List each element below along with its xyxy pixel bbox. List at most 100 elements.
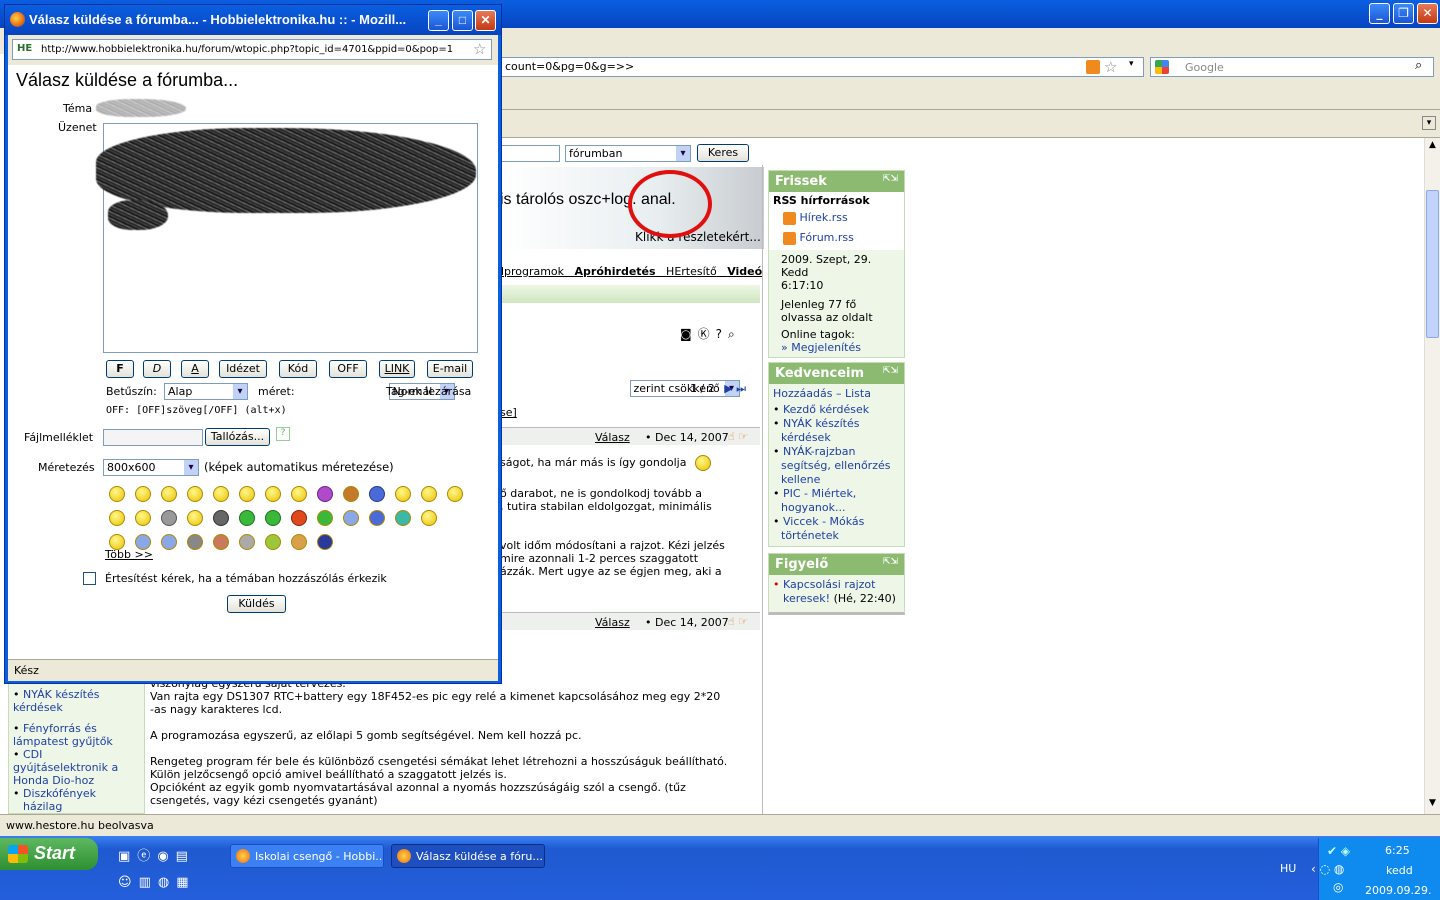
off-button[interactable]: OFF <box>329 360 367 378</box>
tray-network-icon[interactable]: ◎ <box>1333 880 1343 894</box>
tray-expand-icon[interactable]: ‹ ◌ ◍ <box>1311 862 1344 876</box>
link-button[interactable]: LINK <box>379 360 415 378</box>
last-page-icon[interactable]: ⏭ <box>736 382 746 395</box>
tray-icons[interactable]: ✔ ◈ <box>1327 844 1350 858</box>
smiley-icon[interactable] <box>317 510 333 526</box>
search-box[interactable]: Google ⌕ <box>1150 57 1434 77</box>
smiley-icon[interactable] <box>265 486 281 502</box>
forum-search-input[interactable] <box>500 145 560 162</box>
language-indicator[interactable]: HU <box>1280 862 1296 875</box>
smiley-icon[interactable] <box>187 534 203 550</box>
scroll-thumb[interactable] <box>1426 190 1439 338</box>
page-scrollbar[interactable]: ▲ ▼ <box>1424 138 1440 814</box>
color-select[interactable]: Alap <box>164 383 248 400</box>
clock-time[interactable]: 6:25 <box>1385 844 1410 857</box>
smiley-icon[interactable] <box>109 486 125 502</box>
smiley-icon[interactable] <box>239 534 255 550</box>
smiley-icon[interactable] <box>291 510 307 526</box>
app-icon[interactable]: ▦ <box>176 875 195 890</box>
search-scope-select[interactable]: fórumban <box>565 145 691 162</box>
scroll-down-icon[interactable]: ▼ <box>1426 798 1439 812</box>
smiley-icon[interactable] <box>317 534 333 550</box>
smiley-icon[interactable] <box>395 510 411 526</box>
collapse-icon[interactable]: ⇱⇲ <box>883 174 898 184</box>
rss-link-forum[interactable]: Fórum.rss <box>800 231 854 244</box>
camera-icon[interactable]: ◙ <box>680 327 698 341</box>
post2-reply-link[interactable]: Válasz <box>595 616 630 629</box>
send-button[interactable]: Küldés <box>227 595 286 613</box>
smiley-icon[interactable] <box>239 510 255 526</box>
save-icon[interactable]: ▤ <box>176 849 195 864</box>
attachment-input[interactable] <box>103 429 203 446</box>
smiley-icon[interactable] <box>265 510 281 526</box>
nav-link-notifier[interactable]: HErtesítő <box>666 265 717 278</box>
taskbar-item-popup[interactable]: Válasz küldése a fóru... <box>391 844 545 868</box>
search-button[interactable]: Keres <box>697 144 749 162</box>
message-textarea[interactable] <box>96 123 478 353</box>
nav-link-classifieds[interactable]: Apróhirdetés <box>575 265 656 278</box>
start-button[interactable]: Start <box>0 838 98 870</box>
smiley-icon[interactable] <box>421 510 437 526</box>
rss-link-news[interactable]: Hírek.rss <box>800 211 848 224</box>
k-icon[interactable]: Ⓚ <box>698 327 716 341</box>
online-show-link[interactable]: » Megjelenítés <box>781 341 896 354</box>
address-bar[interactable]: count=0&pg=0&g=>> ☆ ▾ <box>500 57 1144 77</box>
smiley-icon[interactable] <box>265 534 281 550</box>
popup-maximize-icon[interactable]: □ <box>452 10 473 31</box>
smiley-icon[interactable] <box>161 486 177 502</box>
firefox-icon[interactable]: ◉ <box>157 849 175 864</box>
favorites-add-link[interactable]: Hozzáadás <box>773 387 833 400</box>
smiley-icon[interactable] <box>135 510 151 526</box>
scroll-up-icon[interactable]: ▲ <box>1426 140 1439 154</box>
favorite-item[interactable]: Kezdő kérdések <box>783 403 869 416</box>
popup-minimize-icon[interactable]: _ <box>428 10 449 31</box>
help-icon[interactable]: ? <box>276 427 290 441</box>
smiley-icon[interactable] <box>317 486 333 502</box>
taskbar-item-main[interactable]: Iskolai csengő - Hobbi... <box>230 844 384 868</box>
code-button[interactable]: Kód <box>279 360 317 378</box>
left-list-item[interactable]: CDI gyújtáselektronik a Honda Dio-hoz <box>13 748 118 787</box>
favorite-item[interactable]: Viccek - Mókás történetek <box>781 515 864 542</box>
quote-button[interactable]: Idézet <box>219 360 267 378</box>
smiley-icon[interactable] <box>369 486 385 502</box>
smiley-icon[interactable] <box>239 486 255 502</box>
vote-icons[interactable]: ☝ ☞ <box>728 430 748 443</box>
messenger-icon[interactable]: ☺ <box>118 875 139 890</box>
smiley-icon[interactable] <box>291 534 307 550</box>
smiley-icon[interactable] <box>369 510 385 526</box>
tab-list-icon[interactable]: ▾ <box>1422 116 1436 130</box>
smiley-icon[interactable] <box>395 486 411 502</box>
left-list-item-fragment[interactable]: házilag <box>13 800 140 813</box>
help-icon[interactable]: ? <box>716 327 728 341</box>
collapse-icon[interactable]: ⇱⇲ <box>883 557 898 567</box>
smiley-icon[interactable] <box>421 486 437 502</box>
favorite-item[interactable]: PIC - Miértek, hogyanok... <box>781 487 856 514</box>
favorites-list-link[interactable]: Lista <box>845 387 871 400</box>
nav-link-programs[interactable]: dprogramok <box>497 265 564 278</box>
app-icon[interactable]: ◍ <box>158 875 176 890</box>
vote-icons[interactable]: ☝ ☞ <box>728 615 748 628</box>
restore-icon[interactable]: ❐ <box>1393 3 1414 24</box>
close-icon[interactable]: ✕ <box>1417 3 1438 24</box>
bold-button[interactable]: F <box>106 360 134 378</box>
smiley-icon[interactable] <box>187 486 203 502</box>
post1-reply-link[interactable]: Válasz <box>595 431 630 444</box>
italic-button[interactable]: D <box>143 360 171 378</box>
smiley-icon[interactable] <box>213 510 229 526</box>
smiley-icon[interactable] <box>161 510 177 526</box>
favorite-item[interactable]: NYÁK-rajzban segítség, ellenőrzés kellen… <box>781 445 890 486</box>
underline-button[interactable]: A <box>181 360 209 378</box>
smiley-icon[interactable] <box>343 510 359 526</box>
collapse-icon[interactable]: ⇱⇲ <box>883 366 898 376</box>
browse-button[interactable]: Tallózás... <box>205 428 270 446</box>
notify-checkbox[interactable] <box>83 572 96 585</box>
desktop-icon[interactable]: ▣ <box>118 849 137 864</box>
favorite-item[interactable]: NYÁK készítés kérdések <box>781 417 859 444</box>
banner[interactable]: is tárolós oszc+log. anal. Klikk a részl… <box>500 167 764 249</box>
search-icon[interactable]: ⌕ <box>728 327 741 341</box>
left-list-item[interactable]: Fényforrás és lámpatest gyűjtők <box>13 722 113 748</box>
resize-select[interactable]: 800x600 <box>103 459 199 476</box>
popup-address-field[interactable]: HE http://www.hobbielektronika.hu/forum/… <box>12 39 492 60</box>
dropdown-arrow-icon[interactable]: ▾ <box>1129 59 1134 69</box>
ie-icon[interactable]: ⓔ <box>137 849 157 864</box>
